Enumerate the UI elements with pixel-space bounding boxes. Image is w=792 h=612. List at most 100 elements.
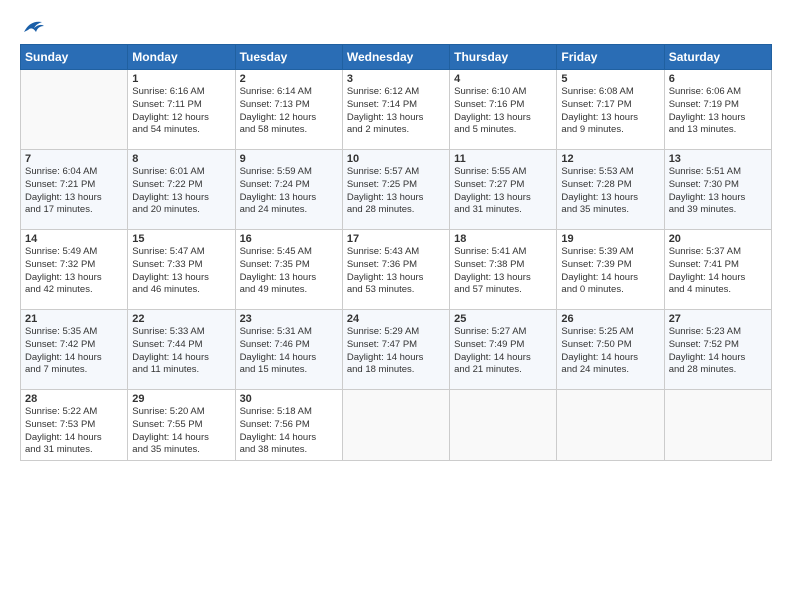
calendar-week-row: 7Sunrise: 6:04 AM Sunset: 7:21 PM Daylig… [21,150,772,230]
day-info: Sunrise: 5:49 AM Sunset: 7:32 PM Dayligh… [25,246,123,297]
calendar-cell: 16Sunrise: 5:45 AM Sunset: 7:35 PM Dayli… [235,230,342,310]
calendar-cell: 30Sunrise: 5:18 AM Sunset: 7:56 PM Dayli… [235,390,342,461]
calendar-cell: 4Sunrise: 6:10 AM Sunset: 7:16 PM Daylig… [450,70,557,150]
calendar-cell: 2Sunrise: 6:14 AM Sunset: 7:13 PM Daylig… [235,70,342,150]
day-number: 10 [347,153,445,165]
calendar-cell: 7Sunrise: 6:04 AM Sunset: 7:21 PM Daylig… [21,150,128,230]
day-info: Sunrise: 6:01 AM Sunset: 7:22 PM Dayligh… [132,166,230,217]
day-number: 29 [132,393,230,405]
calendar-cell: 23Sunrise: 5:31 AM Sunset: 7:46 PM Dayli… [235,310,342,390]
day-number: 5 [561,73,659,85]
day-info: Sunrise: 6:04 AM Sunset: 7:21 PM Dayligh… [25,166,123,217]
day-info: Sunrise: 5:33 AM Sunset: 7:44 PM Dayligh… [132,326,230,377]
day-number: 13 [669,153,767,165]
day-number: 9 [240,153,338,165]
calendar-cell: 27Sunrise: 5:23 AM Sunset: 7:52 PM Dayli… [664,310,771,390]
calendar-cell: 21Sunrise: 5:35 AM Sunset: 7:42 PM Dayli… [21,310,128,390]
day-info: Sunrise: 6:08 AM Sunset: 7:17 PM Dayligh… [561,86,659,137]
calendar-cell: 15Sunrise: 5:47 AM Sunset: 7:33 PM Dayli… [128,230,235,310]
day-info: Sunrise: 5:23 AM Sunset: 7:52 PM Dayligh… [669,326,767,377]
calendar-cell: 26Sunrise: 5:25 AM Sunset: 7:50 PM Dayli… [557,310,664,390]
calendar-week-row: 1Sunrise: 6:16 AM Sunset: 7:11 PM Daylig… [21,70,772,150]
calendar-cell: 25Sunrise: 5:27 AM Sunset: 7:49 PM Dayli… [450,310,557,390]
calendar-cell: 17Sunrise: 5:43 AM Sunset: 7:36 PM Dayli… [342,230,449,310]
logo [20,18,44,36]
day-number: 30 [240,393,338,405]
day-info: Sunrise: 5:45 AM Sunset: 7:35 PM Dayligh… [240,246,338,297]
day-number: 3 [347,73,445,85]
calendar-cell: 6Sunrise: 6:06 AM Sunset: 7:19 PM Daylig… [664,70,771,150]
calendar-week-row: 28Sunrise: 5:22 AM Sunset: 7:53 PM Dayli… [21,390,772,461]
day-info: Sunrise: 5:47 AM Sunset: 7:33 PM Dayligh… [132,246,230,297]
day-info: Sunrise: 5:55 AM Sunset: 7:27 PM Dayligh… [454,166,552,217]
day-info: Sunrise: 5:43 AM Sunset: 7:36 PM Dayligh… [347,246,445,297]
weekday-header-thursday: Thursday [450,45,557,70]
calendar-cell: 20Sunrise: 5:37 AM Sunset: 7:41 PM Dayli… [664,230,771,310]
day-info: Sunrise: 5:27 AM Sunset: 7:49 PM Dayligh… [454,326,552,377]
weekday-header-saturday: Saturday [664,45,771,70]
calendar-cell: 3Sunrise: 6:12 AM Sunset: 7:14 PM Daylig… [342,70,449,150]
day-number: 20 [669,233,767,245]
day-number: 4 [454,73,552,85]
day-number: 12 [561,153,659,165]
day-info: Sunrise: 6:14 AM Sunset: 7:13 PM Dayligh… [240,86,338,137]
calendar-week-row: 21Sunrise: 5:35 AM Sunset: 7:42 PM Dayli… [21,310,772,390]
day-number: 7 [25,153,123,165]
day-number: 15 [132,233,230,245]
calendar-cell: 29Sunrise: 5:20 AM Sunset: 7:55 PM Dayli… [128,390,235,461]
day-info: Sunrise: 6:16 AM Sunset: 7:11 PM Dayligh… [132,86,230,137]
weekday-header-wednesday: Wednesday [342,45,449,70]
calendar-cell: 12Sunrise: 5:53 AM Sunset: 7:28 PM Dayli… [557,150,664,230]
calendar-cell: 5Sunrise: 6:08 AM Sunset: 7:17 PM Daylig… [557,70,664,150]
calendar-cell: 9Sunrise: 5:59 AM Sunset: 7:24 PM Daylig… [235,150,342,230]
day-number: 17 [347,233,445,245]
day-info: Sunrise: 5:18 AM Sunset: 7:56 PM Dayligh… [240,406,338,457]
day-number: 24 [347,313,445,325]
day-info: Sunrise: 5:20 AM Sunset: 7:55 PM Dayligh… [132,406,230,457]
day-number: 25 [454,313,552,325]
day-number: 14 [25,233,123,245]
day-number: 23 [240,313,338,325]
day-number: 22 [132,313,230,325]
day-info: Sunrise: 5:29 AM Sunset: 7:47 PM Dayligh… [347,326,445,377]
day-number: 19 [561,233,659,245]
day-info: Sunrise: 5:41 AM Sunset: 7:38 PM Dayligh… [454,246,552,297]
day-info: Sunrise: 5:31 AM Sunset: 7:46 PM Dayligh… [240,326,338,377]
weekday-header-friday: Friday [557,45,664,70]
page: SundayMondayTuesdayWednesdayThursdayFrid… [0,0,792,612]
weekday-header-monday: Monday [128,45,235,70]
calendar-week-row: 14Sunrise: 5:49 AM Sunset: 7:32 PM Dayli… [21,230,772,310]
day-number: 16 [240,233,338,245]
calendar-cell [557,390,664,461]
calendar-cell: 8Sunrise: 6:01 AM Sunset: 7:22 PM Daylig… [128,150,235,230]
day-info: Sunrise: 5:53 AM Sunset: 7:28 PM Dayligh… [561,166,659,217]
day-number: 11 [454,153,552,165]
logo-bird-icon [22,18,44,36]
day-info: Sunrise: 6:12 AM Sunset: 7:14 PM Dayligh… [347,86,445,137]
calendar-cell: 19Sunrise: 5:39 AM Sunset: 7:39 PM Dayli… [557,230,664,310]
calendar: SundayMondayTuesdayWednesdayThursdayFrid… [20,44,772,461]
calendar-cell: 13Sunrise: 5:51 AM Sunset: 7:30 PM Dayli… [664,150,771,230]
calendar-cell: 1Sunrise: 6:16 AM Sunset: 7:11 PM Daylig… [128,70,235,150]
day-number: 1 [132,73,230,85]
day-info: Sunrise: 5:59 AM Sunset: 7:24 PM Dayligh… [240,166,338,217]
day-info: Sunrise: 5:51 AM Sunset: 7:30 PM Dayligh… [669,166,767,217]
day-info: Sunrise: 5:22 AM Sunset: 7:53 PM Dayligh… [25,406,123,457]
calendar-cell: 24Sunrise: 5:29 AM Sunset: 7:47 PM Dayli… [342,310,449,390]
weekday-header-tuesday: Tuesday [235,45,342,70]
day-number: 26 [561,313,659,325]
day-number: 2 [240,73,338,85]
calendar-cell [450,390,557,461]
day-info: Sunrise: 6:06 AM Sunset: 7:19 PM Dayligh… [669,86,767,137]
header [20,18,772,36]
day-number: 8 [132,153,230,165]
calendar-cell [664,390,771,461]
day-number: 27 [669,313,767,325]
day-info: Sunrise: 5:35 AM Sunset: 7:42 PM Dayligh… [25,326,123,377]
calendar-cell: 22Sunrise: 5:33 AM Sunset: 7:44 PM Dayli… [128,310,235,390]
calendar-cell: 10Sunrise: 5:57 AM Sunset: 7:25 PM Dayli… [342,150,449,230]
calendar-cell [342,390,449,461]
day-number: 21 [25,313,123,325]
day-number: 28 [25,393,123,405]
day-info: Sunrise: 5:25 AM Sunset: 7:50 PM Dayligh… [561,326,659,377]
